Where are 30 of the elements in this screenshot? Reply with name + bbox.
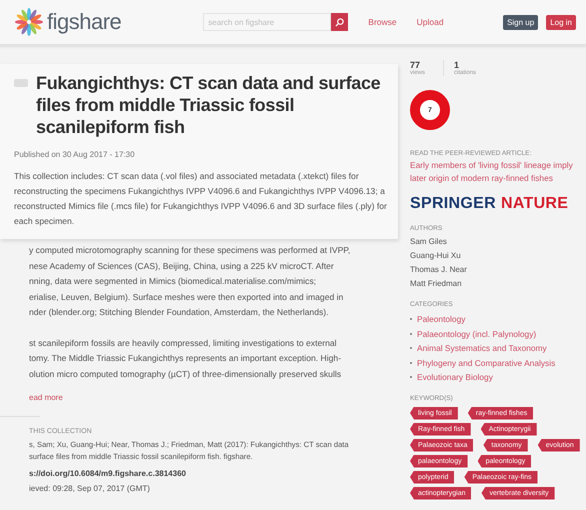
category-link[interactable]: Evolutionary Biology — [417, 370, 493, 384]
author-name[interactable]: Sam Giles — [410, 235, 586, 249]
search-field[interactable]: search on figshare — [203, 13, 332, 31]
login-button[interactable]: Log in — [546, 14, 576, 30]
signup-button[interactable]: Sign up — [503, 14, 538, 30]
nav-link[interactable]: Upload — [416, 17, 444, 27]
category-link[interactable]: Paleontology — [417, 312, 466, 326]
author-name[interactable]: Matt Friedman — [410, 277, 586, 291]
description-text: y computed microtomography scanning for these specimens was performed at IVPP, nese Academy of Sciences (CAS), Beijing, China, using a 225 kV microCT. After nning, data were segmented in Mimics (biomedical.materialise.com/mimics; erialise, Leuven, Belgium). Surface meshes were then exported into and imaged in nder (blender.org; Stitching Blender Foundation, Amsterdam, the Netherlands). — [29, 244, 352, 319]
retrieved-date: ieved: 09:28, Sep 07, 2017 (GMT) — [29, 484, 151, 493]
author-name[interactable]: Guang-Hui Xu — [410, 249, 586, 263]
stat-value: 1 — [454, 60, 460, 70]
item-title: Fukangichthys: CT scan data and surface files from middle Triassic fossil scanilepiform fish — [36, 72, 382, 138]
author-name[interactable]: Thomas J. Near — [410, 263, 586, 277]
logo-icon — [14, 7, 44, 37]
category-link[interactable]: Animal Systematics and Taxonomy — [417, 341, 547, 356]
article-link[interactable]: Early members of 'living fossil' lineage imply later origin of modern ray-finned fishes — [410, 159, 586, 185]
logo-text[interactable]: figshare — [47, 9, 122, 35]
stat-value: 77 — [410, 60, 420, 70]
nav-link[interactable]: Browse — [368, 17, 397, 27]
search-icon — [335, 18, 344, 26]
search-button[interactable] — [331, 13, 348, 31]
doi-link[interactable]: s://doi.org/10.6084/m9.figshare.c.3814360 — [29, 469, 398, 478]
category-link[interactable]: Phylogeny and Comparative Analysis — [417, 356, 556, 370]
read-more-link[interactable]: ead more — [29, 393, 398, 402]
description-text: This collection includes: CT scan data (.vol files) and associated metadata (.xtekct) files for reconstructing the specimens Fukangichthys IVPP V4096.6 and Fukangichthys IVPP V4096.13; a reconstructed Mimics file (.mcs file) for Fukangichthys IVPP V4096.6 and 3D surface files (.ply) for each specimen. — [14, 170, 388, 228]
published-date: Published on 30 Aug 2017 - 17:30 — [14, 150, 136, 159]
description-text: st scanilepiform fossils are heavily compressed, limiting investigations to external tomy. The Middle Triassic Fukangichthys represents an important exception. High- olution micro computed tomography (µCT) of three-dimensionally preserved skulls — [29, 336, 342, 381]
category-link[interactable]: Palaeontology (incl. Palynology) — [417, 326, 536, 341]
publisher-logo: SPRINGER NATURE — [410, 195, 570, 213]
